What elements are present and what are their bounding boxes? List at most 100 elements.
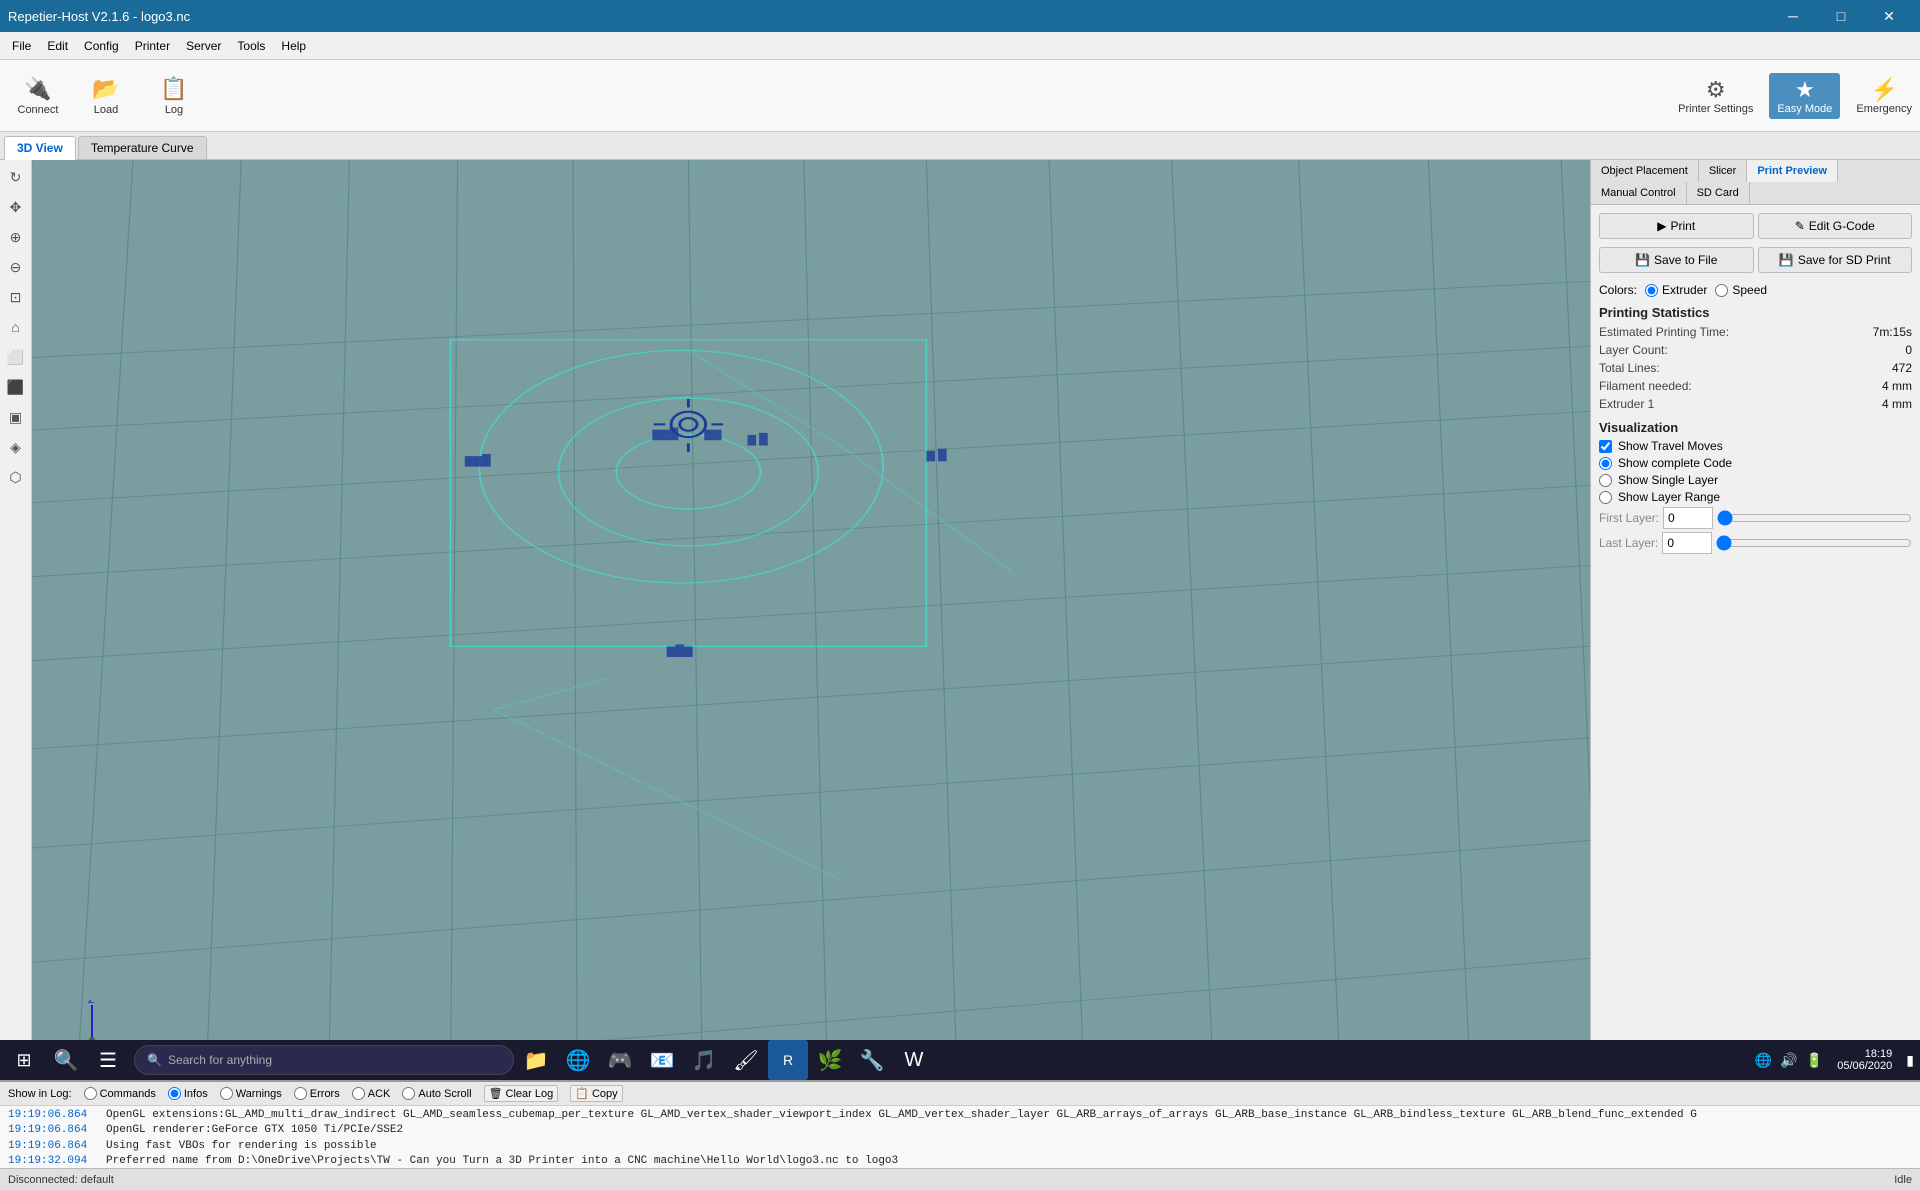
easy-mode-button[interactable]: ★ Easy Mode bbox=[1769, 73, 1840, 119]
fit-icon[interactable]: ⊡ bbox=[3, 284, 29, 310]
log-time: 19:19:06.864 bbox=[8, 1108, 98, 1123]
connect-button[interactable]: 🔌 Connect bbox=[8, 66, 68, 126]
show-travel-moves-checkbox[interactable] bbox=[1599, 440, 1612, 453]
view-top-icon[interactable]: ⬛ bbox=[3, 374, 29, 400]
taskbar-task-view[interactable]: ☰ bbox=[88, 1040, 128, 1080]
layer-count-value: 0 bbox=[1905, 343, 1912, 357]
errors-radio[interactable] bbox=[294, 1087, 307, 1100]
infos-radio[interactable] bbox=[168, 1087, 181, 1100]
view-front-icon[interactable]: ⬜ bbox=[3, 344, 29, 370]
show-layer-range-radio[interactable] bbox=[1599, 491, 1612, 504]
taskbar-system-tray: 🌐 🔊 🔋 18:19 05/06/2020 ▮ bbox=[1753, 1048, 1916, 1072]
taskbar-word[interactable]: W bbox=[894, 1040, 934, 1080]
menu-server[interactable]: Server bbox=[178, 35, 229, 57]
load-button[interactable]: 📂 Load bbox=[76, 66, 136, 126]
taskbar-app3[interactable]: 🔧 bbox=[852, 1040, 892, 1080]
tab-sd-card[interactable]: SD Card bbox=[1687, 182, 1750, 204]
view-side-icon[interactable]: ▣ bbox=[3, 404, 29, 430]
show-layer-range-label: Show Layer Range bbox=[1618, 490, 1720, 504]
errors-option[interactable]: Errors bbox=[294, 1087, 340, 1100]
warnings-radio[interactable] bbox=[220, 1087, 233, 1100]
emergency-button[interactable]: ⚡ Emergency bbox=[1856, 77, 1912, 115]
tab-print-preview[interactable]: Print Preview bbox=[1747, 160, 1838, 182]
printer-settings-button[interactable]: ⚙ Printer Settings bbox=[1678, 77, 1753, 115]
menu-tools[interactable]: Tools bbox=[229, 35, 273, 57]
show-single-layer-radio[interactable] bbox=[1599, 474, 1612, 487]
taskbar-search-bar[interactable]: 🔍 Search for anything bbox=[134, 1045, 514, 1075]
tab-object-placement[interactable]: Object Placement bbox=[1591, 160, 1699, 182]
zoom-in-icon[interactable]: ⊕ bbox=[3, 224, 29, 250]
save-file-icon: 💾 bbox=[1635, 253, 1650, 267]
network-icon[interactable]: 🌐 bbox=[1753, 1052, 1774, 1069]
last-layer-input[interactable] bbox=[1662, 532, 1712, 554]
clear-log-button[interactable]: 🗑 Clear Log bbox=[484, 1085, 559, 1102]
speed-radio[interactable] bbox=[1715, 284, 1728, 297]
last-layer-slider[interactable] bbox=[1716, 535, 1912, 551]
taskbar-search-button[interactable]: 🔍 bbox=[46, 1040, 86, 1080]
taskbar-app2[interactable]: 🌿 bbox=[810, 1040, 850, 1080]
last-layer-label: Last Layer: bbox=[1599, 536, 1658, 550]
extruder1-label: Extruder 1 bbox=[1599, 397, 1654, 411]
toolbar: 🔌 Connect 📂 Load 📋 Log ⚙ Printer Setting… bbox=[0, 60, 1920, 132]
start-button[interactable]: ⊞ bbox=[4, 1040, 44, 1080]
3d-viewport[interactable]: X Y Z bbox=[32, 160, 1590, 1080]
auto-scroll-radio[interactable] bbox=[402, 1087, 415, 1100]
taskbar-outlook[interactable]: 📧 bbox=[642, 1040, 682, 1080]
speed-radio-group[interactable]: Speed bbox=[1715, 283, 1767, 297]
taskbar-steam[interactable]: 🎮 bbox=[600, 1040, 640, 1080]
save-for-sd-button[interactable]: 💾 Save for SD Print bbox=[1758, 247, 1913, 273]
tab-temperature-curve[interactable]: Temperature Curve bbox=[78, 136, 207, 159]
show-layer-range-option[interactable]: Show Layer Range bbox=[1599, 490, 1912, 504]
commands-option[interactable]: Commands bbox=[84, 1087, 156, 1100]
taskbar-edge[interactable]: 🌐 bbox=[558, 1040, 598, 1080]
menu-printer[interactable]: Printer bbox=[127, 35, 178, 57]
extruder-radio[interactable] bbox=[1645, 284, 1658, 297]
menu-file[interactable]: File bbox=[4, 35, 39, 57]
move-icon[interactable]: ✥ bbox=[3, 194, 29, 220]
auto-scroll-option[interactable]: Auto Scroll bbox=[402, 1087, 471, 1100]
menubar: File Edit Config Printer Server Tools He… bbox=[0, 32, 1920, 60]
volume-icon[interactable]: 🔊 bbox=[1778, 1052, 1799, 1069]
print-icon: ▶ bbox=[1657, 219, 1666, 233]
save-to-file-button[interactable]: 💾 Save to File bbox=[1599, 247, 1754, 273]
show-complete-code-radio[interactable] bbox=[1599, 457, 1612, 470]
view-3d-icon[interactable]: ◈ bbox=[3, 434, 29, 460]
maximize-button[interactable]: □ bbox=[1818, 0, 1864, 32]
show-desktop-button[interactable]: ▮ bbox=[1904, 1052, 1916, 1069]
taskbar-file-explorer[interactable]: 📁 bbox=[516, 1040, 556, 1080]
tab-3d-view[interactable]: 3D View bbox=[4, 136, 76, 160]
infos-option[interactable]: Infos bbox=[168, 1087, 208, 1100]
first-layer-input[interactable] bbox=[1663, 507, 1713, 529]
commands-radio[interactable] bbox=[84, 1087, 97, 1100]
view-iso-icon[interactable]: ⬡ bbox=[3, 464, 29, 490]
ack-option[interactable]: ACK bbox=[352, 1087, 391, 1100]
clock[interactable]: 18:19 05/06/2020 bbox=[1829, 1048, 1900, 1072]
menu-config[interactable]: Config bbox=[76, 35, 127, 57]
copy-button[interactable]: 📋 Copy bbox=[570, 1085, 622, 1102]
show-complete-code-option[interactable]: Show complete Code bbox=[1599, 456, 1912, 470]
connect-label: Connect bbox=[18, 104, 59, 116]
minimize-button[interactable]: ─ bbox=[1770, 0, 1816, 32]
close-button[interactable]: ✕ bbox=[1866, 0, 1912, 32]
first-layer-slider[interactable] bbox=[1717, 510, 1912, 526]
save-buttons-row: 💾 Save to File 💾 Save for SD Print bbox=[1599, 247, 1912, 277]
rotate-icon[interactable]: ↻ bbox=[3, 164, 29, 190]
ack-radio[interactable] bbox=[352, 1087, 365, 1100]
tab-manual-control[interactable]: Manual Control bbox=[1591, 182, 1687, 204]
menu-help[interactable]: Help bbox=[273, 35, 314, 57]
home-icon[interactable]: ⌂ bbox=[3, 314, 29, 340]
log-button[interactable]: 📋 Log bbox=[144, 66, 204, 126]
taskbar-illustrator[interactable]: 🖌 bbox=[726, 1040, 766, 1080]
menu-edit[interactable]: Edit bbox=[39, 35, 76, 57]
print-button[interactable]: ▶ Print bbox=[1599, 213, 1754, 239]
zoom-out-icon[interactable]: ⊖ bbox=[3, 254, 29, 280]
show-single-layer-option[interactable]: Show Single Layer bbox=[1599, 473, 1912, 487]
edit-gcode-button[interactable]: ✎ Edit G-Code bbox=[1758, 213, 1913, 239]
warnings-option[interactable]: Warnings bbox=[220, 1087, 282, 1100]
show-travel-moves-option[interactable]: Show Travel Moves bbox=[1599, 439, 1912, 453]
tab-slicer[interactable]: Slicer bbox=[1699, 160, 1748, 182]
taskbar-groove[interactable]: 🎵 bbox=[684, 1040, 724, 1080]
taskbar-app1[interactable]: R bbox=[768, 1040, 808, 1080]
battery-icon[interactable]: 🔋 bbox=[1804, 1052, 1825, 1069]
extruder-radio-group[interactable]: Extruder bbox=[1645, 283, 1707, 297]
